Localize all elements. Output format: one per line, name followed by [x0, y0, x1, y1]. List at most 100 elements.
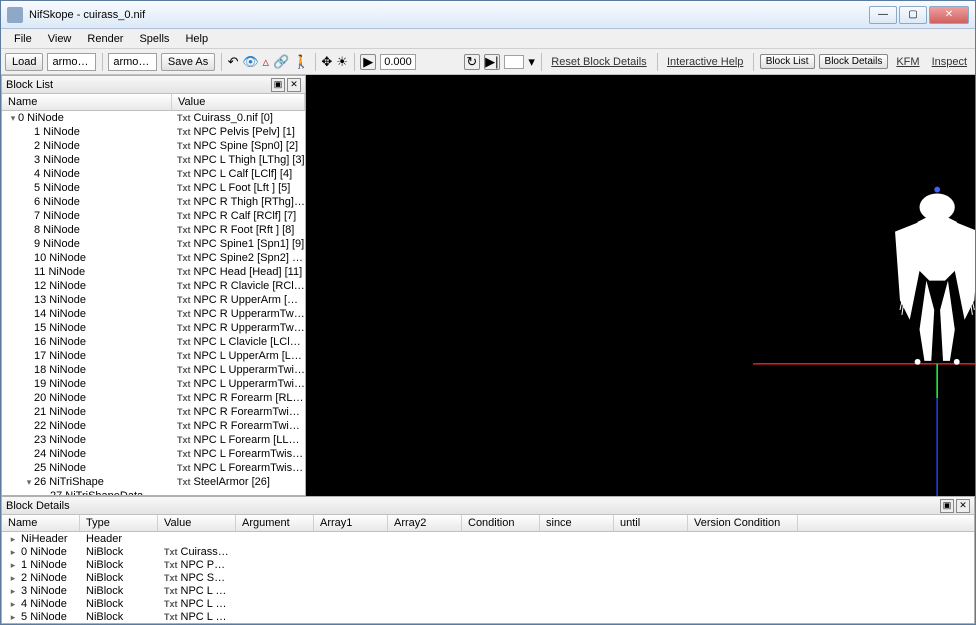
detail-col[interactable]: Array1: [314, 515, 388, 531]
saveas-button[interactable]: Save As: [161, 53, 215, 71]
menu-file[interactable]: File: [7, 31, 39, 47]
detail-row[interactable]: ▸ NiHeaderHeader: [2, 532, 974, 545]
tree-row[interactable]: 21 NiNodeTxtNPC R ForearmTwist1 [RLt...: [2, 405, 305, 419]
light-icon[interactable]: ☀: [336, 54, 348, 70]
detail-col[interactable]: since: [540, 515, 614, 531]
blocklist-close-button[interactable]: ✕: [287, 78, 301, 92]
blocklist-tree[interactable]: ▾0 NiNodeTxtCuirass_0.nif [0]1 NiNodeTxt…: [2, 111, 305, 495]
node-value: NPC L ForearmTwist1 [LLt1...: [194, 448, 306, 460]
undo-icon[interactable]: ↶: [228, 54, 239, 70]
tree-row[interactable]: 23 NiNodeTxtNPC L Forearm [LLar] [23]: [2, 433, 305, 447]
view-icon[interactable]: 👁: [243, 54, 259, 70]
expand-icon[interactable]: ▸: [8, 612, 18, 623]
detail-row[interactable]: ▸ 1 NiNodeNiBlockTxtNPC Pelvis [...: [2, 558, 974, 571]
tree-row[interactable]: 22 NiNodeTxtNPC R ForearmTwist2 [RLt...: [2, 419, 305, 433]
interactive-help[interactable]: Interactive Help: [663, 56, 747, 68]
expand-icon[interactable]: ▸: [8, 547, 18, 558]
normals-icon[interactable]: ▵: [263, 54, 270, 70]
expand-icon[interactable]: ▸: [8, 534, 18, 545]
menu-render[interactable]: Render: [80, 31, 130, 47]
node-label: 21 NiNode: [34, 406, 86, 418]
tree-row[interactable]: 4 NiNodeTxtNPC L Calf [LClf] [4]: [2, 167, 305, 181]
detail-row[interactable]: ▸ 5 NiNodeNiBlockTxtNPC L Foot [...: [2, 610, 974, 623]
tree-row[interactable]: 9 NiNodeTxtNPC Spine1 [Spn1] [9]: [2, 237, 305, 251]
blockdetails-float-button[interactable]: ▣: [940, 499, 954, 513]
detail-col[interactable]: Array2: [388, 515, 462, 531]
tree-row[interactable]: 3 NiNodeTxtNPC L Thigh [LThg] [3]: [2, 153, 305, 167]
axis-icon[interactable]: ✥: [321, 54, 332, 70]
detail-col[interactable]: Name: [2, 515, 80, 531]
expand-icon[interactable]: ▸: [8, 586, 18, 597]
blockdetails-toggle[interactable]: Block Details: [819, 54, 889, 69]
tree-row[interactable]: 10 NiNodeTxtNPC Spine2 [Spn2] [10]: [2, 251, 305, 265]
menu-spells[interactable]: Spells: [132, 31, 176, 47]
detail-col[interactable]: Value: [158, 515, 236, 531]
tree-row[interactable]: 1 NiNodeTxtNPC Pelvis [Pelv] [1]: [2, 125, 305, 139]
tree-row[interactable]: 6 NiNodeTxtNPC R Thigh [RThg] [6]: [2, 195, 305, 209]
col-name[interactable]: Name: [2, 94, 172, 110]
anim-dropdown-icon[interactable]: ▾: [528, 54, 535, 70]
detail-col[interactable]: Version Condition: [688, 515, 798, 531]
tree-row[interactable]: 2 NiNodeTxtNPC Spine [Spn0] [2]: [2, 139, 305, 153]
expand-icon[interactable]: ▸: [8, 599, 18, 610]
blocklist-toggle[interactable]: Block List: [760, 54, 815, 69]
minimize-button[interactable]: —: [869, 6, 897, 24]
time-input[interactable]: 0.000: [380, 54, 416, 70]
expand-icon[interactable]: ▸: [8, 573, 18, 584]
tree-row[interactable]: 7 NiNodeTxtNPC R Calf [RClf] [7]: [2, 209, 305, 223]
tree-row[interactable]: 8 NiNodeTxtNPC R Foot [Rft ] [8]: [2, 223, 305, 237]
menu-help[interactable]: Help: [178, 31, 215, 47]
tree-row[interactable]: 14 NiNodeTxtNPC R UpperarmTwist1 [R...: [2, 307, 305, 321]
blockdetails-rows[interactable]: ▸ NiHeaderHeader▸ 0 NiNodeNiBlockTxtCuir…: [2, 532, 974, 623]
maximize-button[interactable]: ▢: [899, 6, 927, 24]
save-path-input[interactable]: armor\steel\f\cuirass_0.nif: [108, 53, 157, 71]
kfm-toggle[interactable]: KFM: [892, 56, 923, 68]
loop-icon[interactable]: ↻: [464, 54, 480, 70]
tree-row[interactable]: 24 NiNodeTxtNPC L ForearmTwist1 [LLt1...: [2, 447, 305, 461]
tree-row[interactable]: 27 NiTriShapeData: [2, 489, 305, 495]
tree-row[interactable]: 25 NiNodeTxtNPC L ForearmTwist2 [LLt2...: [2, 461, 305, 475]
load-button[interactable]: Load: [5, 53, 43, 71]
anim-combo[interactable]: [504, 55, 525, 69]
detail-col[interactable]: Argument: [236, 515, 314, 531]
txt-badge: Txt: [177, 169, 191, 179]
blockdetails-close-button[interactable]: ✕: [956, 499, 970, 513]
col-value[interactable]: Value: [172, 94, 305, 110]
expand-icon[interactable]: ▸: [8, 560, 18, 571]
load-path-input[interactable]: armor\steel\f\cuirass_0.nif: [47, 53, 96, 71]
play-icon[interactable]: ▶: [360, 54, 376, 70]
tree-row[interactable]: 16 NiNodeTxtNPC L Clavicle [LClv] [16]: [2, 335, 305, 349]
detail-type: NiBlock: [80, 546, 158, 558]
tree-row[interactable]: ▾26 NiTriShapeTxtSteelArmor [26]: [2, 475, 305, 489]
tree-row[interactable]: 13 NiNodeTxtNPC R UpperArm [RUar] [13]: [2, 293, 305, 307]
detail-row[interactable]: ▸ 0 NiNodeNiBlockTxtCuirass_0.nif...: [2, 545, 974, 558]
tree-row[interactable]: 5 NiNodeTxtNPC L Foot [Lft ] [5]: [2, 181, 305, 195]
tree-row[interactable]: 15 NiNodeTxtNPC R UpperarmTwist2 [R...: [2, 321, 305, 335]
detail-col[interactable]: Type: [80, 515, 158, 531]
tree-row[interactable]: ▾0 NiNodeTxtCuirass_0.nif [0]: [2, 111, 305, 125]
detail-row[interactable]: ▸ 3 NiNodeNiBlockTxtNPC L Thigh...: [2, 584, 974, 597]
tree-row[interactable]: 11 NiNodeTxtNPC Head [Head] [11]: [2, 265, 305, 279]
tree-row[interactable]: 20 NiNodeTxtNPC R Forearm [RLar] [20]: [2, 391, 305, 405]
tree-row[interactable]: 17 NiNodeTxtNPC L UpperArm [LUar] [17]: [2, 349, 305, 363]
tree-row[interactable]: 19 NiNodeTxtNPC L UpperarmTwist2 [L...: [2, 377, 305, 391]
expand-icon[interactable]: ▾: [24, 477, 34, 488]
inspect-toggle[interactable]: Inspect: [928, 56, 971, 68]
walk-icon[interactable]: 🚶: [293, 54, 309, 70]
txt-badge: Txt: [177, 393, 191, 403]
links-icon[interactable]: 🔗: [273, 54, 289, 70]
detail-row[interactable]: ▸ 2 NiNodeNiBlockTxtNPC Spine [...: [2, 571, 974, 584]
detail-row[interactable]: ▸ 4 NiNodeNiBlockTxtNPC L Calf [...: [2, 597, 974, 610]
tree-row[interactable]: 18 NiNodeTxtNPC L UpperarmTwist1 [L...: [2, 363, 305, 377]
close-button[interactable]: ✕: [929, 6, 969, 24]
expand-icon[interactable]: ▾: [8, 113, 18, 124]
menu-view[interactable]: View: [41, 31, 79, 47]
detail-col[interactable]: until: [614, 515, 688, 531]
detail-col[interactable]: Condition: [462, 515, 540, 531]
reset-block-details[interactable]: Reset Block Details: [547, 56, 650, 68]
end-icon[interactable]: ▶|: [484, 54, 500, 70]
viewport-3d[interactable]: [306, 75, 975, 496]
blocklist-float-button[interactable]: ▣: [271, 78, 285, 92]
node-value: NPC R ForearmTwist1 [RLt...: [194, 406, 306, 418]
tree-row[interactable]: 12 NiNodeTxtNPC R Clavicle [RClv] [12]: [2, 279, 305, 293]
